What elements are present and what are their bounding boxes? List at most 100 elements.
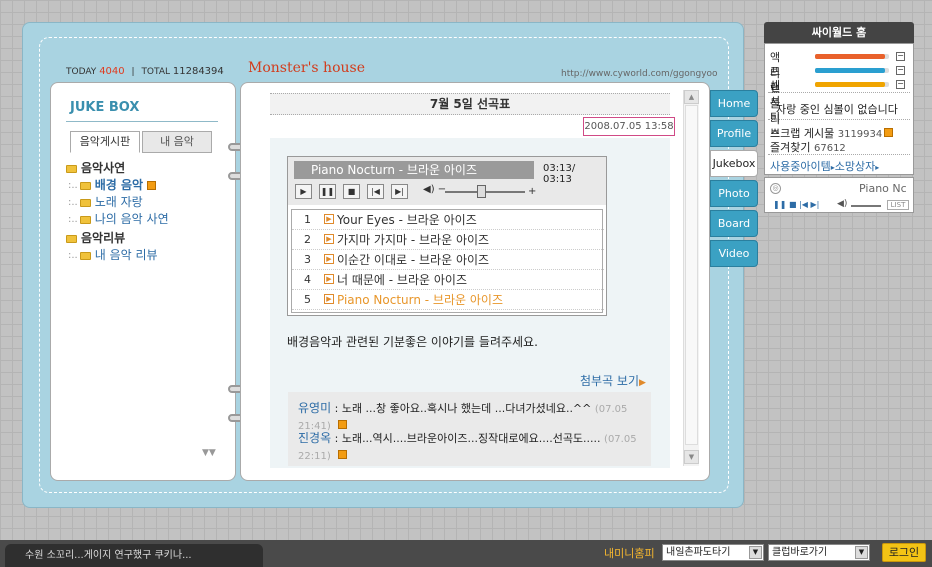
now-playing: Piano Nocturn - 브라운 아이즈 [294, 161, 534, 179]
tree-group-music-review[interactable]: 음악리뷰 [66, 230, 169, 247]
folder-icon [66, 234, 77, 243]
arrow-right-icon: ▶ [639, 378, 646, 388]
chevron-down-icon: ▼ [749, 546, 762, 559]
category-tree: 음악사연 :.. 배경 음악 :.. 노래 자랑 :.. 나의 음악 사연 음악리뷰 … [66, 160, 169, 264]
club-shortcut-select[interactable]: 클럽바로가기 ▼ [768, 544, 870, 561]
scrollbar[interactable]: ▲ ▼ [683, 90, 699, 466]
pause-button[interactable]: ❚❚ [319, 184, 336, 199]
mini-volume-slider[interactable] [851, 205, 881, 207]
my-minihompy-link[interactable]: 내미니홈피 [604, 545, 655, 561]
jukebox-title: JUKE BOX [70, 100, 140, 115]
play-track-icon[interactable]: ▶ [324, 254, 334, 264]
tab-my-music[interactable]: 내 음악 [142, 131, 212, 153]
playlist-track[interactable]: 2 ▶ 가지마 가지마 - 브라운 아이즈 [292, 230, 604, 250]
playlist-track[interactable]: 4 ▶ 너 때문에 - 브라운 아이즈 [292, 270, 604, 290]
tree-group-music-story[interactable]: 음악사연 [66, 160, 169, 177]
site-title[interactable]: Monster's house [248, 60, 365, 76]
tree-item-bgm[interactable]: :.. 배경 음악 [66, 177, 169, 194]
comment-author[interactable]: 유영미 [298, 401, 331, 415]
attached-songs-link[interactable]: 첨부곡 보기▶ [580, 372, 646, 389]
collapse-icon[interactable]: − [896, 52, 905, 61]
scroll-down-icon[interactable]: ▼ [684, 450, 699, 464]
meter-fill [815, 82, 886, 87]
play-button[interactable]: ▶ [295, 184, 312, 199]
total-count: 11284394 [172, 66, 224, 77]
notice-ticker[interactable]: 수원 소꼬리...게이지 연구했구 쿠키나... [5, 544, 263, 567]
tab-profile[interactable]: Profile [710, 120, 758, 147]
new-badge-icon [338, 450, 348, 459]
track-number: 1 [304, 213, 311, 226]
collapse-icon[interactable]: − [896, 80, 905, 89]
tab-photo[interactable]: Photo [710, 180, 758, 207]
total-label: TOTAL [141, 67, 170, 77]
scrollbar-thumb[interactable] [685, 105, 698, 445]
new-badge-icon [884, 128, 894, 137]
tree-item-my-music-story[interactable]: :.. 나의 음악 사연 [66, 211, 169, 228]
symbol-status: 자랑 중인 심볼이 없습니다 [776, 103, 898, 116]
playlist-track[interactable]: 3 ▶ 이순간 이대로 - 브라운 아이즈 [292, 250, 604, 270]
today-label: TODAY [66, 67, 97, 77]
track-number: 4 [304, 273, 311, 286]
wish-box-link[interactable]: 소망상자 [835, 160, 875, 173]
tab-music-board[interactable]: 음악게시판 [70, 131, 140, 153]
items-in-use-link[interactable]: 사용중아이템 [770, 160, 831, 173]
divider [768, 92, 910, 93]
track-number: 5 [304, 293, 311, 306]
track-title: Piano Nocturn - 브라운 아이즈 [337, 293, 503, 307]
music-player: Piano Nocturn - 브라운 아이즈 03:13/ 03:13 ▶ ❚… [287, 156, 607, 316]
play-track-icon[interactable]: ▶ [324, 274, 334, 284]
tab-home[interactable]: Home [710, 90, 758, 117]
meter-fill [815, 54, 886, 59]
folder-open-icon [79, 198, 91, 207]
stop-button[interactable]: ■ [343, 184, 360, 199]
tab-video[interactable]: Video [710, 240, 758, 267]
new-badge-icon [338, 420, 348, 429]
list-button[interactable]: LIST [887, 200, 909, 210]
track-number: 2 [304, 233, 311, 246]
mini-now-playing: Piano Nc [859, 182, 907, 195]
items-links: 사용중아이템▸소망상자▸ [770, 158, 879, 174]
play-track-icon[interactable]: ▶ [324, 214, 334, 224]
track-title: Your Eyes - 브라운 아이즈 [337, 213, 477, 227]
next-button[interactable]: ▶| [391, 184, 408, 199]
volume-plus-icon: + [528, 186, 537, 197]
favorites-row[interactable]: 즐겨찾기 67612 [770, 139, 846, 155]
mini-controls[interactable]: ❚❚ ■ |◀ ▶| [773, 200, 819, 209]
playlist-track[interactable]: 1 ▶ Your Eyes - 브라운 아이즈 [292, 210, 604, 230]
prev-button[interactable]: |◀ [367, 184, 384, 199]
volume-knob[interactable] [477, 185, 486, 198]
login-button[interactable]: 로그인 [882, 543, 926, 562]
arrow-right-icon: ▸ [875, 163, 880, 172]
scroll-down-icon[interactable]: ▼▼ [202, 448, 216, 458]
folder-icon [66, 164, 77, 173]
widget-title[interactable]: 싸이월드 홈 [764, 22, 914, 43]
play-track-icon[interactable]: ▶ [324, 294, 334, 304]
post-title: 7월 5일 선곡표 [270, 93, 670, 115]
post-date: 2008.07.05 13:58 [583, 117, 675, 136]
folder-open-icon [79, 181, 91, 190]
volume-icon: ◀) − [423, 184, 447, 195]
comment-list: 유영미 : 노래 ...창 좋아요..혹시나 했는데 ...다녀가셨네요..^^… [288, 392, 651, 466]
meter-fill [815, 68, 886, 73]
mini-player: ◎ Piano Nc ❚❚ ■ |◀ ▶| ◀) LIST [764, 177, 914, 213]
visitor-counter: TODAY 4040 | TOTAL 11284394 [66, 66, 224, 77]
folder-icon [79, 215, 91, 224]
play-track-icon[interactable]: ▶ [324, 234, 334, 244]
tree-item-song-contest[interactable]: :.. 노래 자랑 [66, 194, 169, 211]
playlist-track[interactable]: 5 ▶ Piano Nocturn - 브라운 아이즈 [292, 290, 604, 310]
scroll-up-icon[interactable]: ▲ [684, 90, 699, 104]
tab-board[interactable]: Board [710, 210, 758, 237]
chevron-down-icon: ▼ [855, 546, 868, 559]
track-title: 너 때문에 - 브라운 아이즈 [337, 273, 467, 287]
tree-item-my-review[interactable]: :.. 내 음악 리뷰 [66, 247, 169, 264]
post-description: 배경음악과 관련된 기분좋은 이야기를 들려주세요. [287, 335, 538, 349]
tab-jukebox[interactable]: Jukebox [710, 150, 758, 177]
track-number: 3 [304, 253, 311, 266]
homepage-url[interactable]: http://www.cyworld.com/ggongyoo [561, 69, 718, 79]
collapse-icon[interactable]: − [896, 66, 905, 75]
play-time: 03:13/ 03:13 [543, 163, 576, 185]
comment-author[interactable]: 진경옥 [298, 431, 331, 445]
folder-icon [79, 251, 91, 260]
playlist: 1 ▶ Your Eyes - 브라운 아이즈 2 ▶ 가지마 가지마 - 브라운 아이즈… [291, 209, 604, 313]
ilchon-wave-select[interactable]: 내일촌파도타기 ▼ [662, 544, 764, 561]
